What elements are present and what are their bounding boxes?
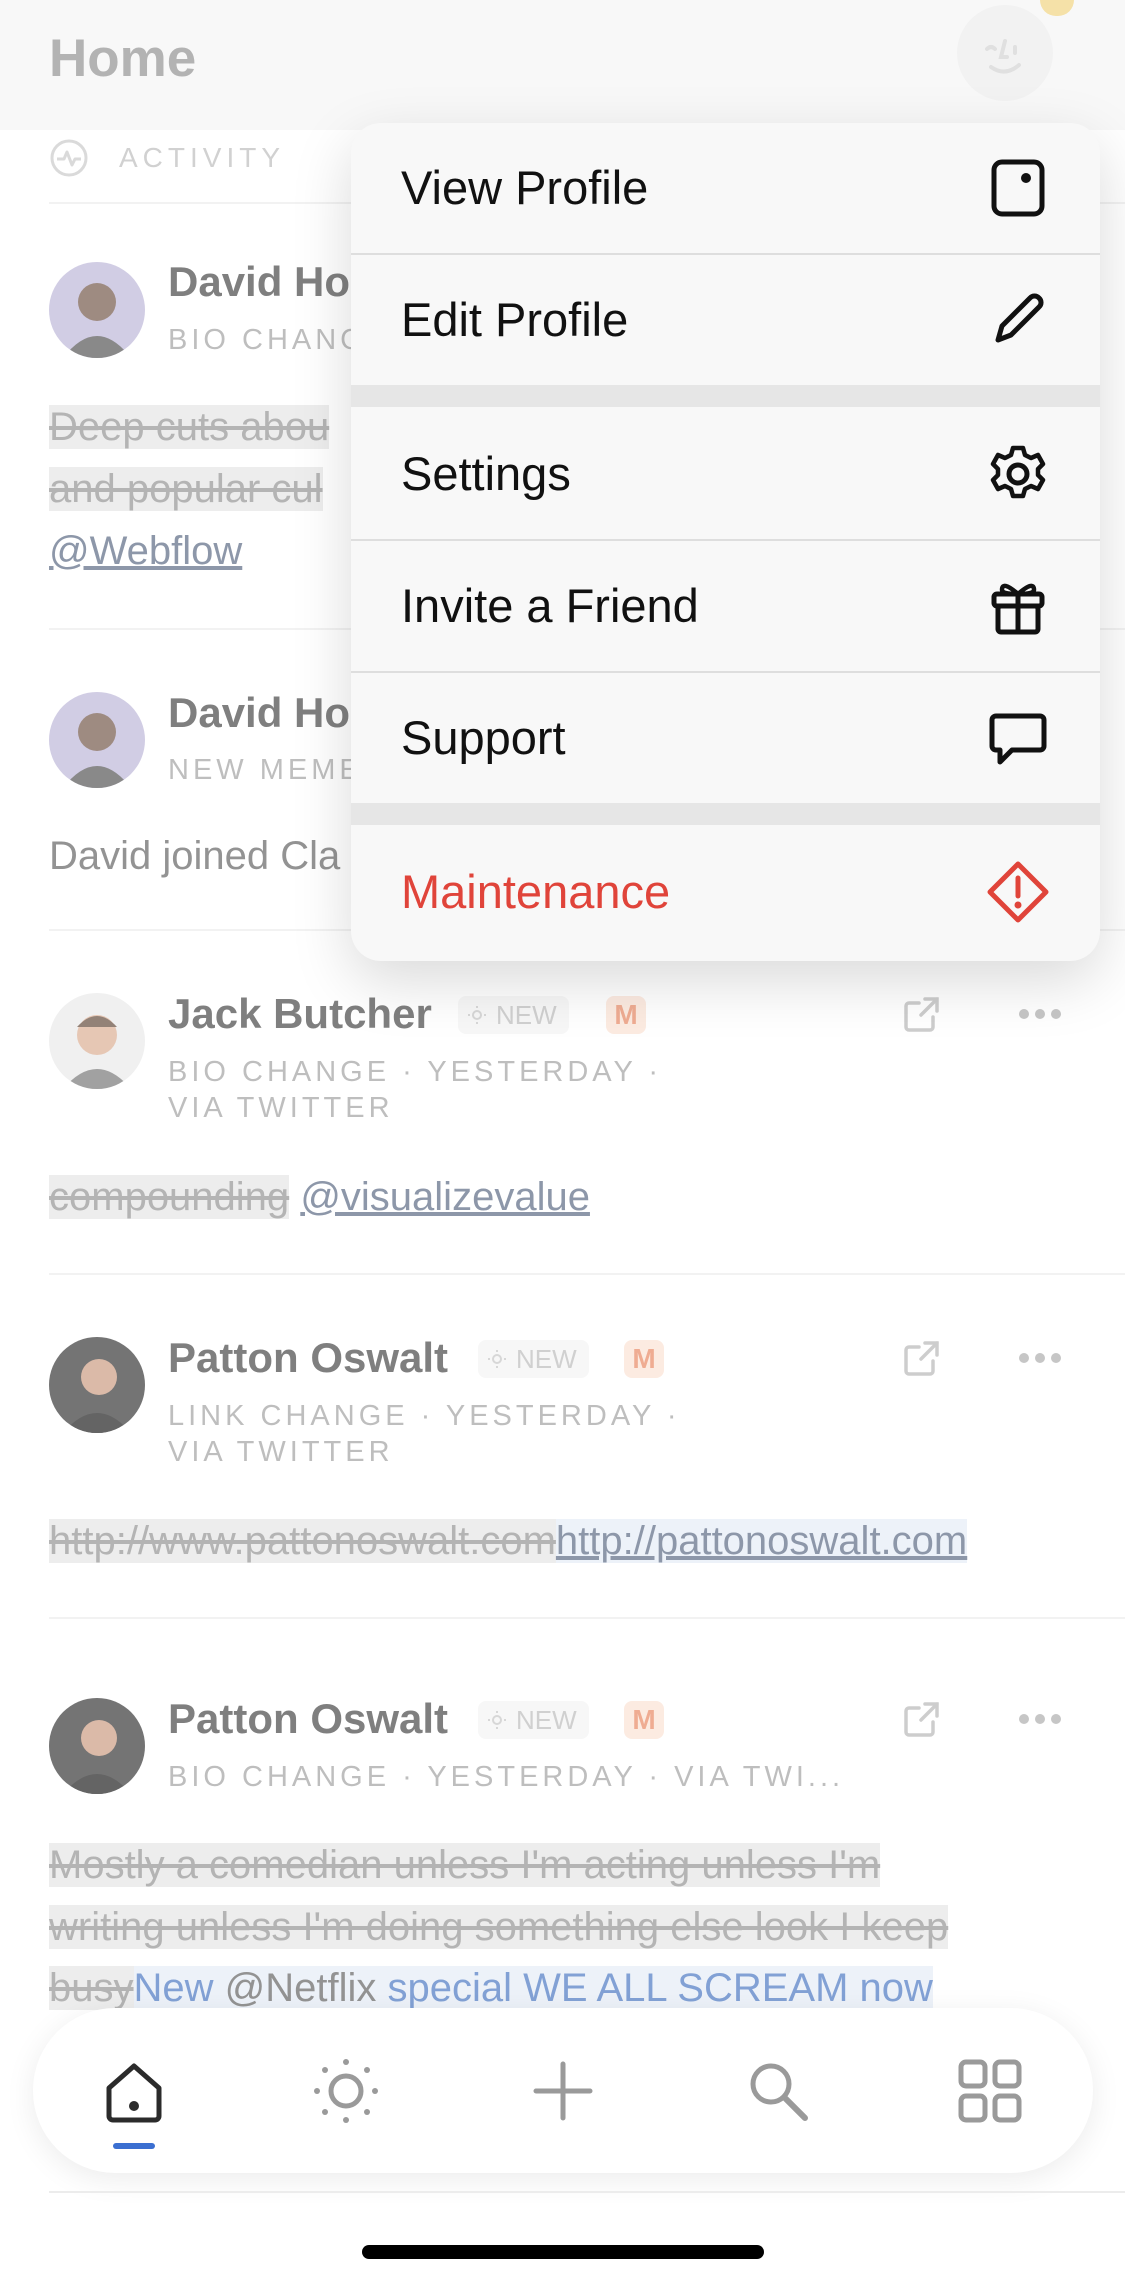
- avatar-photo: [63, 1359, 131, 1433]
- active-tab-indicator: [113, 2143, 155, 2149]
- external-link-icon[interactable]: [903, 995, 941, 1033]
- item-meta: VIA TWITTER: [168, 1436, 394, 1468]
- avatar-photo: [63, 1720, 131, 1794]
- struck-text: and popular cul: [49, 467, 323, 511]
- item-meta: BIO CHANGE · YESTERDAY · VIA TWI...: [168, 1761, 845, 1793]
- avatar-photo: [63, 283, 131, 358]
- divider: [49, 2191, 1125, 2193]
- screen: Home ACTIVITY David Ho BIO CHANC Deep cu…: [0, 0, 1125, 2284]
- url-link[interactable]: http://pattonoswalt.com: [555, 1519, 968, 1563]
- sparkle-icon: [1040, 0, 1074, 16]
- home-icon[interactable]: [99, 2056, 169, 2126]
- profile-menu: View Profile Edit Profile Settings Invit…: [351, 123, 1100, 961]
- struck-text: Deep cuts abou: [49, 405, 330, 449]
- plus-icon[interactable]: [528, 2056, 598, 2126]
- item-text: busyNew @Netflix special WE ALL SCREAM n…: [49, 1966, 933, 2010]
- item-meta: LINK CHANGE · YESTERDAY ·: [168, 1400, 681, 1432]
- divider: [49, 1617, 1125, 1619]
- item-text: compounding @visualizevalue: [49, 1175, 590, 1219]
- profile-avatar-button[interactable]: [957, 5, 1053, 101]
- avatar-photo: [63, 713, 131, 788]
- more-options-icon[interactable]: [1018, 1351, 1062, 1365]
- external-link-icon[interactable]: [903, 1339, 941, 1377]
- tab-bar: [33, 2008, 1093, 2173]
- item-text: David joined Cla: [49, 834, 341, 878]
- author-name[interactable]: David Ho: [168, 258, 350, 306]
- author-name[interactable]: Patton Oswalt: [168, 1334, 448, 1382]
- menu-item-invite-friend[interactable]: Invite a Friend: [351, 541, 1100, 671]
- menu-group-gap: [351, 803, 1100, 825]
- item-text: http://www.pattonoswalt.comhttp://patton…: [49, 1519, 968, 1563]
- m-badge: M: [606, 996, 646, 1034]
- item-meta: NEW MEME: [168, 754, 363, 786]
- item-meta: BIO CHANGE · YESTERDAY ·: [168, 1056, 663, 1088]
- gift-icon: [991, 583, 1045, 635]
- mention-link[interactable]: @visualizevalue: [300, 1175, 590, 1219]
- m-badge: M: [624, 1701, 664, 1739]
- avatar-photo: [63, 1015, 131, 1089]
- item-meta: BIO CHANC: [168, 324, 366, 356]
- menu-item-view-profile[interactable]: View Profile: [351, 123, 1100, 253]
- avatar[interactable]: [49, 692, 145, 788]
- smiley-face-icon: [985, 39, 1021, 74]
- author-name[interactable]: Jack Butcher: [168, 990, 432, 1038]
- menu-item-edit-profile[interactable]: Edit Profile: [351, 255, 1100, 385]
- mention-link[interactable]: @Webflow: [49, 529, 242, 574]
- warning-diamond-icon: [987, 861, 1049, 923]
- sun-small-icon: [468, 1006, 486, 1024]
- search-icon[interactable]: [743, 2056, 813, 2126]
- page-title: Home: [49, 29, 197, 88]
- avatar[interactable]: [49, 1337, 145, 1433]
- activity-section-header: ACTIVITY: [49, 138, 285, 178]
- divider: [49, 1273, 1125, 1275]
- more-options-icon[interactable]: [1018, 1007, 1062, 1021]
- sun-small-icon: [488, 1711, 506, 1729]
- author-name[interactable]: Patton Oswalt: [168, 1695, 448, 1743]
- more-options-icon[interactable]: [1018, 1712, 1062, 1726]
- pencil-icon: [995, 293, 1044, 343]
- header: Home: [0, 0, 1125, 130]
- grid-icon[interactable]: [955, 2056, 1025, 2126]
- activity-label: ACTIVITY: [119, 142, 286, 173]
- avatar[interactable]: [49, 1698, 145, 1794]
- m-badge: M: [624, 1340, 664, 1378]
- home-indicator: [362, 2245, 764, 2259]
- item-meta: VIA TWITTER: [168, 1092, 394, 1124]
- profile-card-icon: [991, 159, 1045, 217]
- gear-icon: [990, 445, 1046, 499]
- menu-item-settings[interactable]: Settings: [351, 409, 1100, 539]
- menu-item-maintenance[interactable]: Maintenance: [351, 827, 1100, 957]
- external-link-icon[interactable]: [903, 1700, 941, 1738]
- menu-item-support[interactable]: Support: [351, 673, 1100, 803]
- sun-icon[interactable]: [311, 2056, 381, 2126]
- avatar[interactable]: [49, 993, 145, 1089]
- struck-text: writing unless I'm doing something else …: [49, 1905, 949, 1949]
- author-name[interactable]: David Ho: [168, 689, 350, 737]
- menu-group-gap: [351, 385, 1100, 407]
- activity-icon: [50, 139, 88, 177]
- sun-small-icon: [488, 1350, 506, 1368]
- avatar[interactable]: [49, 262, 145, 358]
- new-badge: NEW: [478, 1340, 589, 1378]
- chat-bubble-icon: [989, 713, 1047, 765]
- new-badge: NEW: [478, 1701, 589, 1739]
- new-badge: NEW: [458, 996, 569, 1034]
- struck-text: Mostly a comedian unless I'm acting unle…: [49, 1843, 881, 1887]
